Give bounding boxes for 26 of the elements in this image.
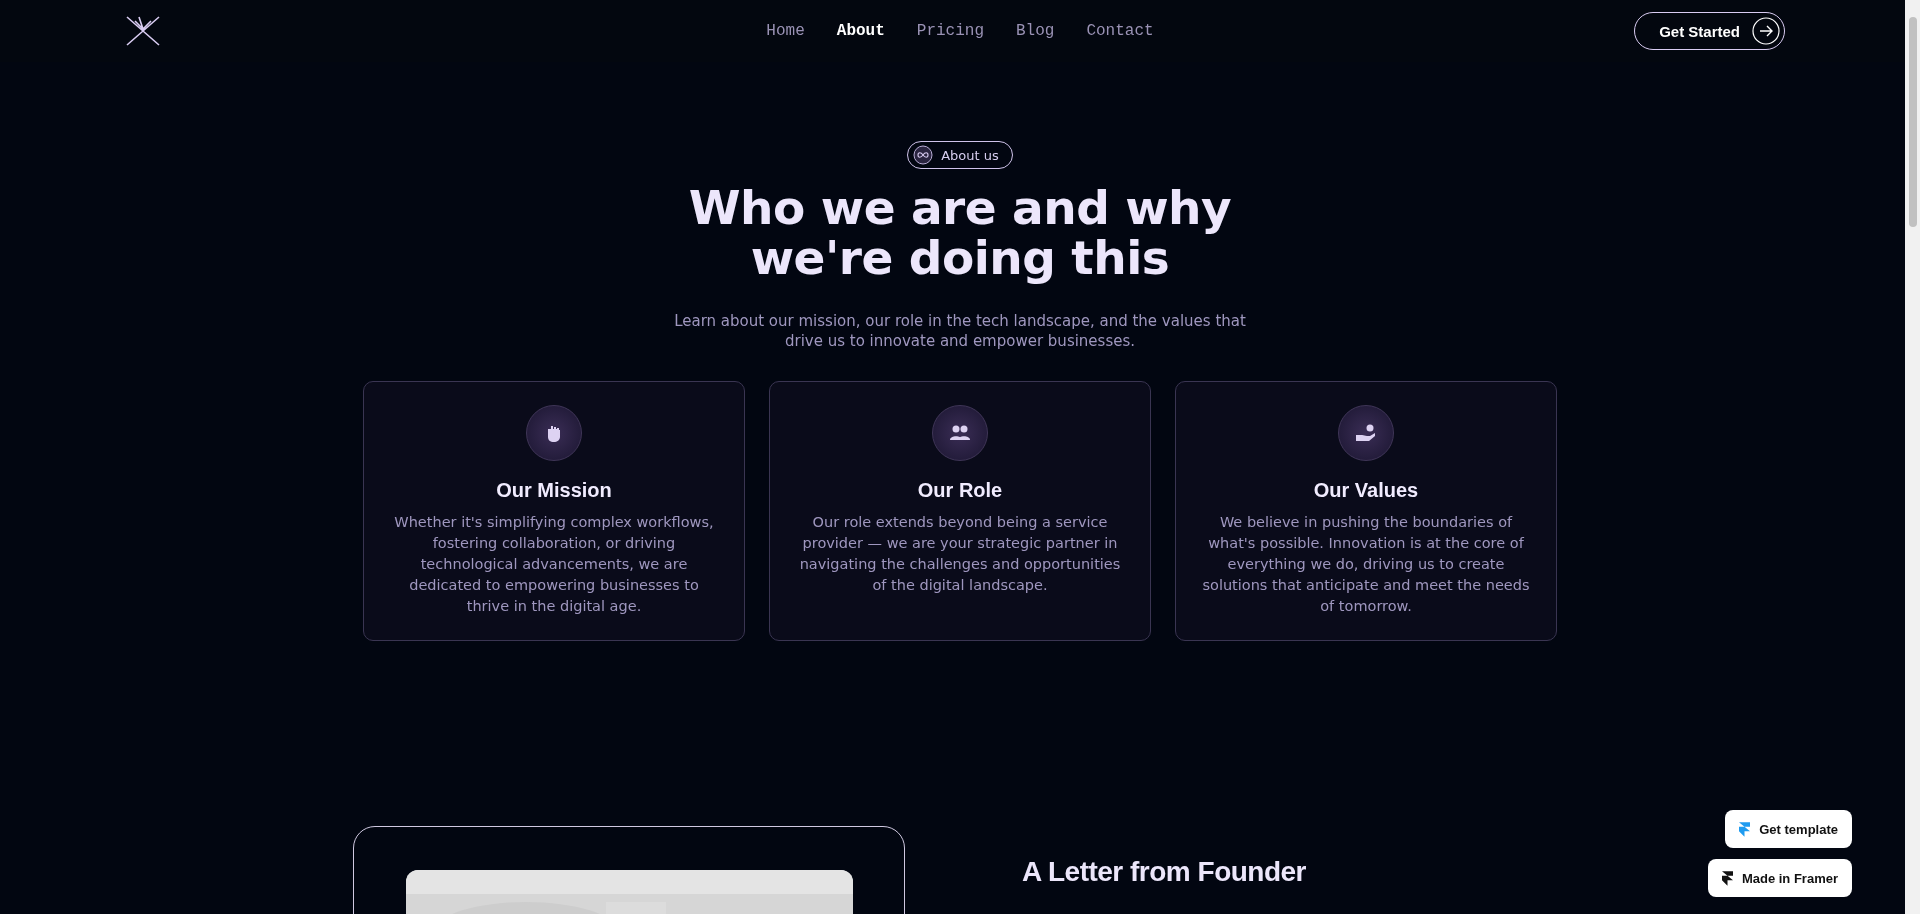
- card-title: Our Values: [1313, 479, 1419, 502]
- nav-link[interactable]: About: [836, 22, 885, 40]
- hand-coin-icon: [1355, 423, 1377, 443]
- card-text: Whether it's simplifying complex workflows, fostering collaboration, or driving technological advancements, we are dedicated to empowering businesses to thrive in the digital age.: [393, 513, 715, 616]
- infinity-icon: [913, 145, 934, 165]
- card-text: Our role extends beyond being a service provider — we are your strategic partner in navigating the challenges and opportunities of the digital landscape.: [798, 513, 1122, 595]
- people-icon: [949, 423, 971, 443]
- framer-icon: [1721, 870, 1733, 886]
- nav-link[interactable]: Pricing: [916, 22, 984, 40]
- card-title: Our Mission: [496, 479, 612, 502]
- framer-icon: [1739, 821, 1751, 837]
- arrow-right-icon: [1752, 17, 1780, 45]
- scrollbar[interactable]: [1905, 0, 1920, 914]
- section-heading: A Letter from Founder: [1022, 856, 1307, 889]
- badge-label: About us: [941, 147, 999, 163]
- page-heading: Who we are and why: [688, 183, 1232, 233]
- logo-icon[interactable]: [125, 15, 161, 47]
- nav-link[interactable]: Blog: [1016, 22, 1055, 40]
- nav-link[interactable]: Home: [766, 22, 805, 40]
- made-in-framer-button[interactable]: Made in Framer: [1707, 859, 1852, 897]
- nav-link[interactable]: Contact: [1086, 22, 1154, 40]
- get-template-button[interactable]: Get template: [1725, 810, 1852, 848]
- card-text: We believe in pushing the boundaries of what's possible. Innovation is at the core of everything we do, driving us to create solutions that anticipate and meet the needs of tomorrow.: [1201, 513, 1531, 616]
- page-heading: we're doing this: [750, 233, 1170, 283]
- card-title: Our Role: [917, 479, 1003, 502]
- hero-subtitle: Learn about our mission, our role in the tech landscape, and the values that drive us to innovate and empower businesses.: [673, 311, 1247, 351]
